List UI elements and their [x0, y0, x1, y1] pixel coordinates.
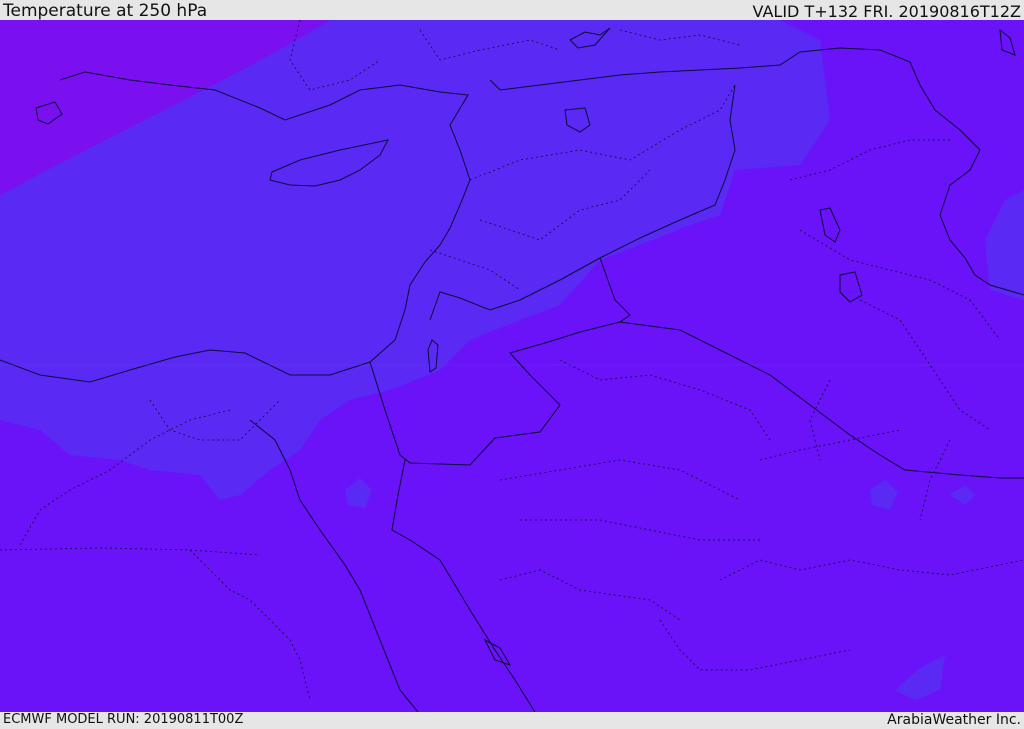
map-title: Temperature at 250 hPa	[3, 1, 208, 21]
model-run: ECMWF MODEL RUN: 20190811T00Z	[3, 712, 244, 727]
top-bar: Temperature at 250 hPa VALID T+132 FRI. …	[0, 0, 1024, 20]
credit-text: ArabiaWeather Inc.	[887, 712, 1021, 728]
bottom-bar: ECMWF MODEL RUN: 20190811T00Z ArabiaWeat…	[0, 712, 1024, 729]
valid-time: VALID T+132 FRI. 20190816T12Z	[752, 2, 1021, 21]
temperature-map	[0, 20, 1024, 712]
